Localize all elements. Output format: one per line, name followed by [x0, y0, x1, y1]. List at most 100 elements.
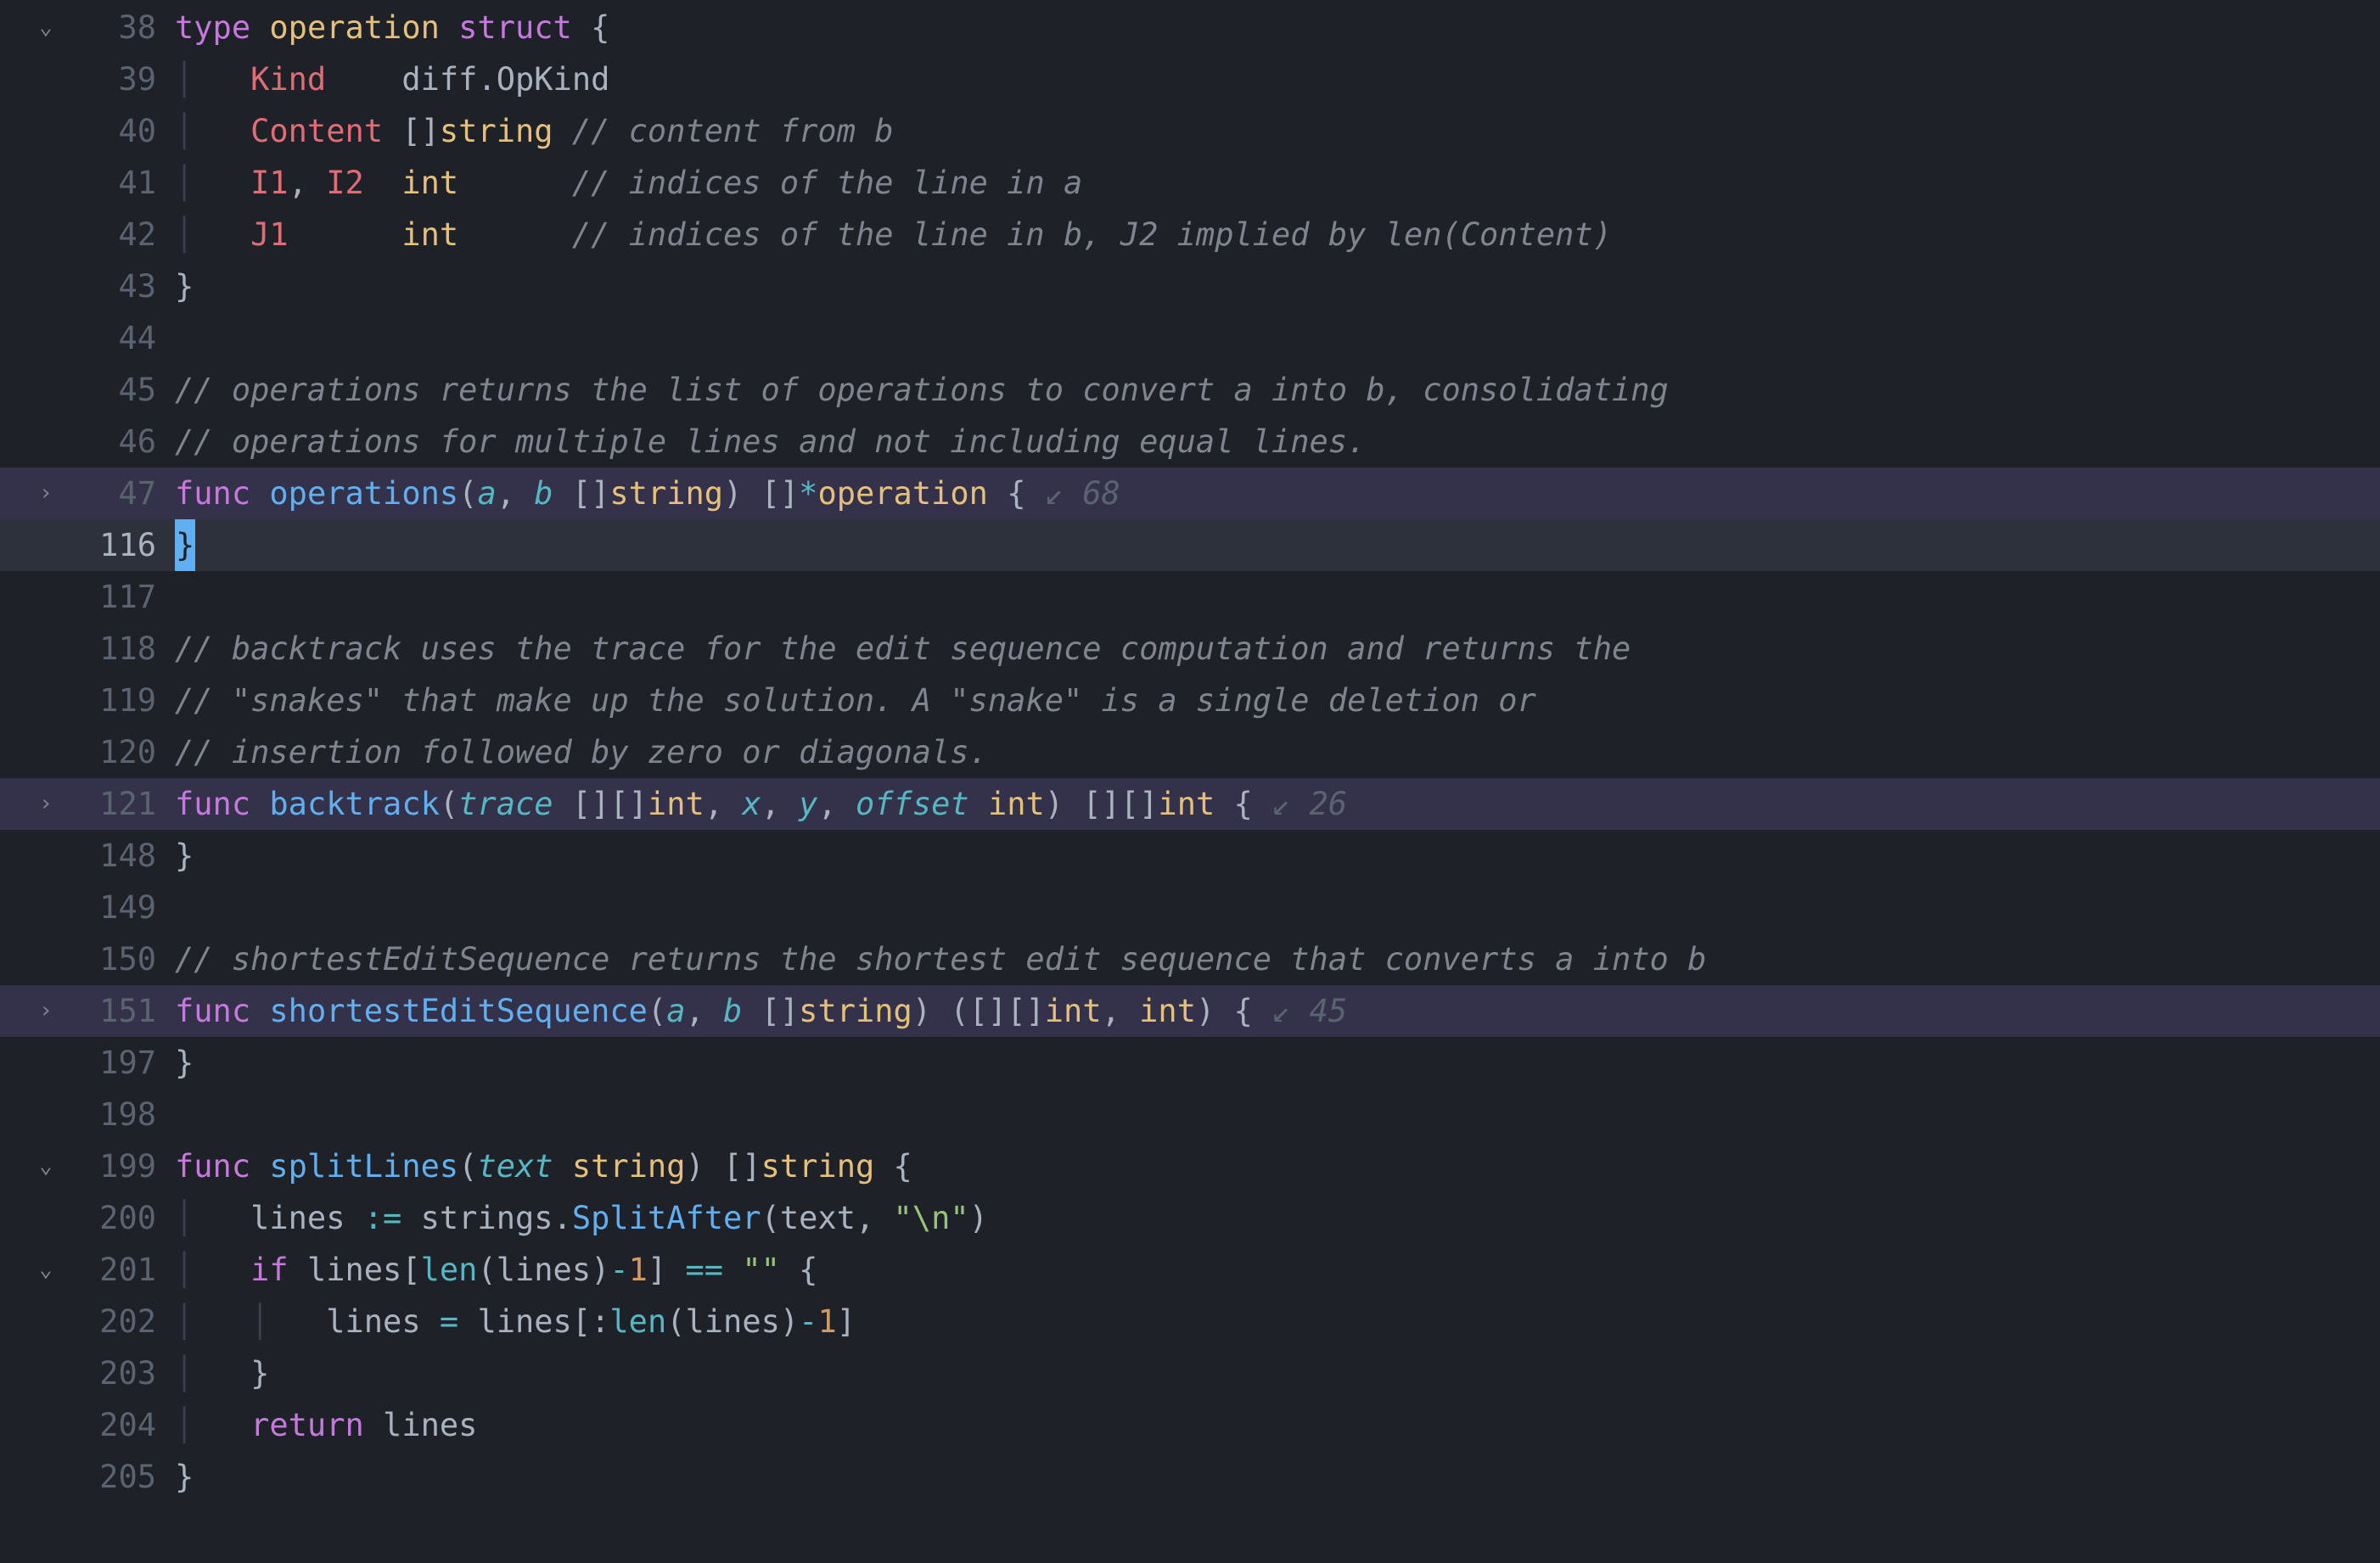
code-line[interactable]: 119// "snakes" that make up the solution… [0, 675, 2380, 726]
code-content[interactable]: } [175, 1451, 2380, 1503]
code-line[interactable]: ⌄199func splitLines(text string) []strin… [0, 1140, 2380, 1192]
gutter[interactable]: ⌄ [0, 1140, 92, 1192]
indent-guide: │ [175, 157, 250, 209]
code-line[interactable]: 205} [0, 1451, 2380, 1503]
token: OpKind [497, 53, 610, 105]
code-content[interactable]: } [175, 830, 2380, 882]
code-line[interactable]: 117 [0, 571, 2380, 623]
code-line[interactable]: ›121func backtrack(trace [][]int, x, y, … [0, 778, 2380, 830]
token: operations [269, 468, 458, 519]
token: == [686, 1244, 743, 1296]
token: // insertion followed by zero or diagona… [175, 726, 988, 778]
code-content[interactable]: type operation struct { [175, 2, 2380, 53]
code-content[interactable]: │ J1 int // indices of the line in b, J2… [175, 209, 2380, 260]
code-line[interactable]: 202│ │ lines = lines[:len(lines)-1] [0, 1296, 2380, 1347]
code-line[interactable]: 43} [0, 260, 2380, 312]
token: lines [686, 1296, 780, 1347]
code-line[interactable]: 150// shortestEditSequence returns the s… [0, 933, 2380, 985]
line-number: 117 [92, 571, 175, 623]
code-line[interactable]: ›151func shortestEditSequence(a, b []str… [0, 985, 2380, 1037]
code-line[interactable]: 203│ } [0, 1347, 2380, 1399]
code-line[interactable]: 45// operations returns the list of oper… [0, 364, 2380, 416]
code-line[interactable]: 46// operations for multiple lines and n… [0, 416, 2380, 468]
code-line[interactable]: 40│ Content []string // content from b [0, 105, 2380, 157]
code-content[interactable]: } [175, 260, 2380, 312]
token: } [175, 830, 194, 882]
fold-open-icon[interactable]: ⌄ [39, 1244, 53, 1296]
line-number: 38 [92, 2, 175, 53]
code-line[interactable]: ⌄ 38type operation struct { [0, 2, 2380, 53]
token: ( [666, 1296, 685, 1347]
code-line[interactable]: 44 [0, 312, 2380, 364]
token: , [856, 1192, 894, 1244]
code-line[interactable]: 148} [0, 830, 2380, 882]
token: lines [477, 1296, 571, 1347]
code-content[interactable]: // insertion followed by zero or diagona… [175, 726, 2380, 778]
fold-closed-icon[interactable]: › [39, 985, 53, 1037]
code-line[interactable]: 200│ lines := strings.SplitAfter(text, "… [0, 1192, 2380, 1244]
code-content[interactable]: │ Content []string // content from b [175, 105, 2380, 157]
line-number: 200 [92, 1192, 175, 1244]
token: ( [458, 468, 477, 519]
code-line[interactable]: ›47func operations(a, b []string) []*ope… [0, 468, 2380, 519]
code-content[interactable]: │ return lines [175, 1399, 2380, 1451]
token: // indices of the line in a [572, 157, 1082, 209]
code-line[interactable]: 149 [0, 882, 2380, 933]
token: int [988, 778, 1045, 830]
line-number: 119 [92, 675, 175, 726]
gutter[interactable]: › [0, 468, 92, 519]
code-content[interactable]: │ │ lines = lines[:len(lines)-1] [175, 1296, 2380, 1347]
gutter[interactable]: ⌄ [0, 1244, 92, 1296]
code-editor[interactable]: ⌄ 38type operation struct {39│ Kind diff.… [0, 0, 2380, 1503]
fold-closed-icon[interactable]: › [39, 468, 53, 519]
gutter[interactable]: › [0, 778, 92, 830]
token: ( [458, 1140, 477, 1192]
fold-hint[interactable]: ↙ 45 [1271, 985, 1347, 1037]
code-line[interactable]: 39│ Kind diff.OpKind [0, 53, 2380, 105]
code-line[interactable]: 118// backtrack uses the trace for the e… [0, 623, 2380, 675]
line-number: 43 [92, 260, 175, 312]
token: [] [401, 105, 440, 157]
code-content[interactable]: func splitLines(text string) []string { [175, 1140, 2380, 1192]
token: ) [969, 1192, 988, 1244]
line-number: 201 [92, 1244, 175, 1296]
gutter[interactable]: ⌄ [0, 2, 92, 53]
code-content[interactable]: // "snakes" that make up the solution. A… [175, 675, 2380, 726]
code-line[interactable]: 120// insertion followed by zero or diag… [0, 726, 2380, 778]
code-content[interactable]: // shortestEditSequence returns the shor… [175, 933, 2380, 985]
code-content[interactable]: } [175, 519, 2380, 571]
code-line[interactable]: 204│ return lines [0, 1399, 2380, 1451]
token: - [609, 1244, 628, 1296]
token: "" [742, 1244, 799, 1296]
token: [: [572, 1296, 610, 1347]
code-content[interactable]: // operations for multiple lines and not… [175, 416, 2380, 468]
token: , [1102, 985, 1140, 1037]
code-content[interactable]: │ lines := strings.SplitAfter(text, "\n"… [175, 1192, 2380, 1244]
code-content[interactable]: func shortestEditSequence(a, b []string)… [175, 985, 2380, 1037]
code-line[interactable]: ⌄ 201│ if lines[len(lines)-1] == "" { [0, 1244, 2380, 1296]
code-line[interactable]: 198 [0, 1089, 2380, 1140]
fold-hint[interactable]: ↙ 26 [1271, 778, 1347, 830]
fold-open-icon[interactable]: ⌄ [39, 1140, 53, 1192]
code-line[interactable]: 41│ I1, I2 int // indices of the line in… [0, 157, 2380, 209]
token: , [685, 985, 723, 1037]
code-content[interactable]: // backtrack uses the trace for the edit… [175, 623, 2380, 675]
token: I1 [250, 157, 289, 209]
code-content[interactable]: │ if lines[len(lines)-1] == "" { [175, 1244, 2380, 1296]
code-content[interactable]: │ } [175, 1347, 2380, 1399]
code-content[interactable]: func backtrack(trace [][]int, x, y, offs… [175, 778, 2380, 830]
fold-closed-icon[interactable]: › [39, 778, 53, 830]
line-number: 41 [92, 157, 175, 209]
token: ) { [1196, 985, 1271, 1037]
code-content[interactable]: │ Kind diff.OpKind [175, 53, 2380, 105]
code-content[interactable]: } [175, 1037, 2380, 1089]
code-content[interactable]: func operations(a, b []string) []*operat… [175, 468, 2380, 519]
code-line[interactable]: 197} [0, 1037, 2380, 1089]
code-content[interactable]: // operations returns the list of operat… [175, 364, 2380, 416]
fold-hint[interactable]: ↙ 68 [1045, 468, 1120, 519]
code-line[interactable]: 42│ J1 int // indices of the line in b, … [0, 209, 2380, 260]
code-content[interactable]: │ I1, I2 int // indices of the line in a [175, 157, 2380, 209]
fold-open-icon[interactable]: ⌄ [39, 2, 53, 53]
code-line[interactable]: 116} [0, 519, 2380, 571]
gutter[interactable]: › [0, 985, 92, 1037]
